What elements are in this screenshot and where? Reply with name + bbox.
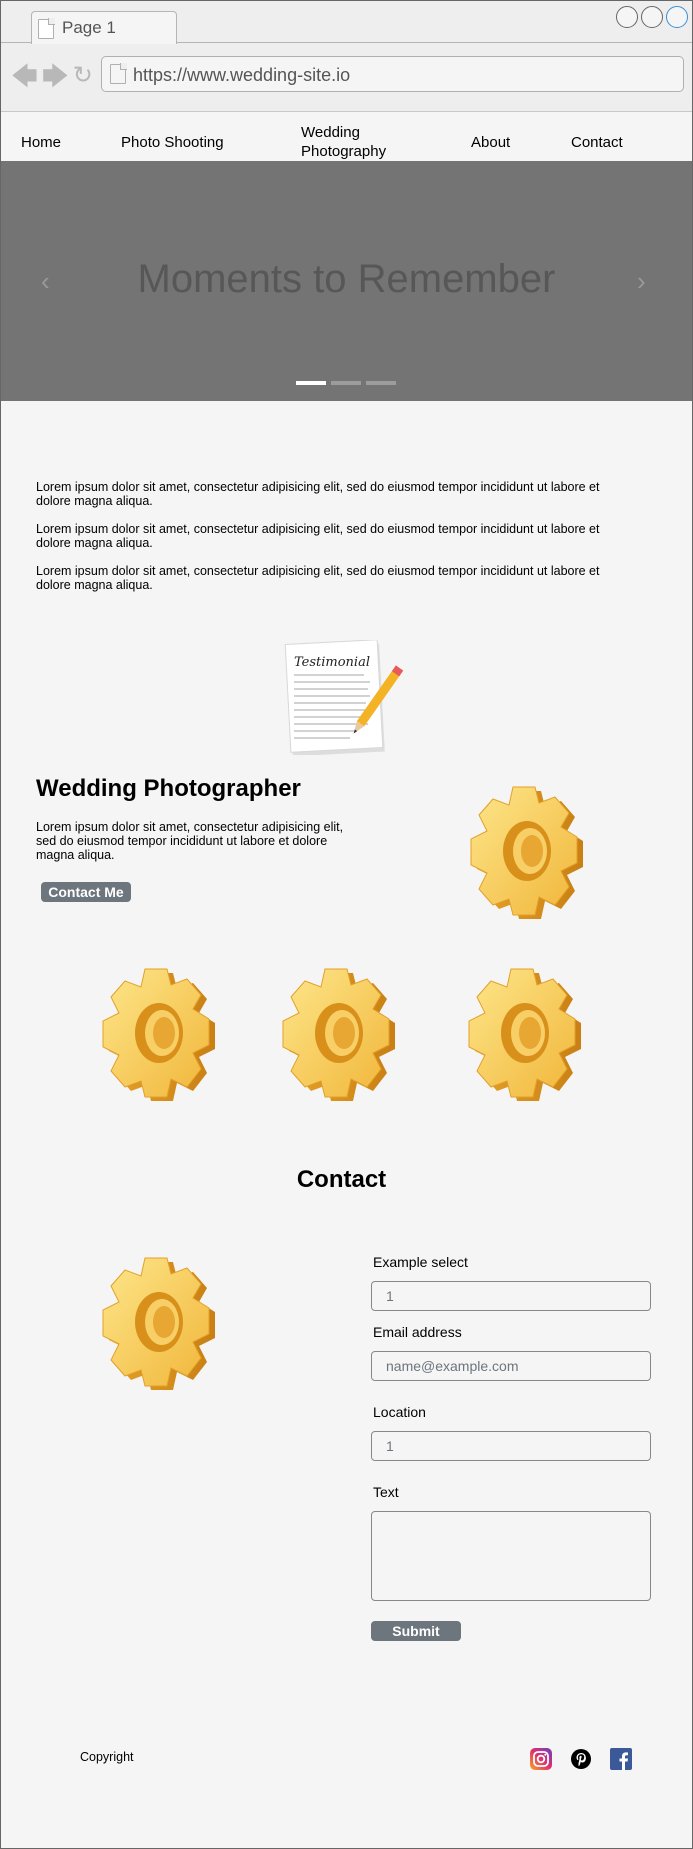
carousel-indicators: [296, 381, 396, 385]
address-bar[interactable]: https://www.wedding-site.io: [101, 56, 684, 92]
feature-title: Wedding Photographer: [36, 775, 301, 802]
nav-about[interactable]: About: [471, 133, 510, 152]
nav-photo-shooting[interactable]: Photo Shooting: [121, 133, 224, 152]
browser-tab[interactable]: Page 1: [31, 11, 177, 44]
select-label: Example select: [373, 1254, 468, 1270]
page-icon: [110, 63, 127, 84]
contact-title: Contact: [296, 1166, 387, 1193]
feature-text: Lorem ipsum dolor sit amet, consectetur …: [36, 820, 344, 862]
example-select[interactable]: 1: [371, 1281, 651, 1311]
instagram-icon[interactable]: [530, 1748, 552, 1770]
hero-carousel: ‹ Moments to Remember ›: [1, 161, 692, 401]
navigation-buttons: 🡄 🡆 ↻: [11, 63, 93, 90]
gear-icon: [470, 786, 584, 920]
minimize-button[interactable]: [616, 6, 638, 28]
intro-paragraph: Lorem ipsum dolor sit amet, consectetur …: [36, 564, 600, 592]
browser-chrome: Page 1 🡄 🡆 ↻ https://www.wedding-site.io: [1, 1, 692, 112]
gear-icon: [102, 1257, 216, 1391]
location-select[interactable]: 1: [371, 1431, 651, 1461]
reload-icon[interactable]: ↻: [73, 63, 93, 89]
forward-arrow-icon[interactable]: 🡆: [42, 63, 69, 89]
location-label: Location: [373, 1404, 426, 1420]
maximize-button[interactable]: [641, 6, 663, 28]
gear-icon: [282, 968, 396, 1102]
copyright-text: Copyright: [80, 1750, 134, 1764]
url-text: https://www.wedding-site.io: [133, 65, 351, 85]
page-icon: [38, 18, 55, 39]
window-controls: [616, 6, 688, 28]
intro-paragraph: Lorem ipsum dolor sit amet, consectetur …: [36, 522, 600, 550]
email-label: Email address: [373, 1324, 462, 1340]
carousel-indicator[interactable]: [296, 381, 326, 385]
email-field[interactable]: name@example.com: [371, 1351, 651, 1381]
intro-paragraph: Lorem ipsum dolor sit amet, consectetur …: [36, 480, 600, 508]
submit-button[interactable]: Submit: [371, 1621, 461, 1641]
back-arrow-icon[interactable]: 🡄: [11, 63, 38, 89]
site-navbar: Home Photo Shooting Wedding Photography …: [1, 112, 692, 160]
pinterest-icon[interactable]: [570, 1748, 592, 1770]
tab-title: Page 1: [62, 18, 116, 37]
text-label: Text: [373, 1484, 399, 1500]
carousel-title: Moments to Remember: [137, 257, 556, 301]
carousel-indicator[interactable]: [331, 381, 361, 385]
testimonial-image: Testimonial: [284, 640, 404, 755]
close-button[interactable]: [666, 6, 688, 28]
nav-home[interactable]: Home: [21, 133, 61, 152]
contact-me-button[interactable]: Contact Me: [41, 882, 131, 902]
facebook-icon[interactable]: [610, 1748, 632, 1770]
text-area[interactable]: [371, 1511, 651, 1601]
nav-contact[interactable]: Contact: [571, 133, 623, 152]
gear-icon: [102, 968, 216, 1102]
carousel-indicator[interactable]: [366, 381, 396, 385]
carousel-next-icon[interactable]: ›: [637, 266, 646, 297]
nav-wedding-photography[interactable]: Wedding Photography: [301, 123, 401, 161]
browser-window: Page 1 🡄 🡆 ↻ https://www.wedding-site.io…: [0, 0, 693, 1849]
testimonial-heading: Testimonial: [294, 655, 370, 670]
gear-icon: [468, 968, 582, 1102]
